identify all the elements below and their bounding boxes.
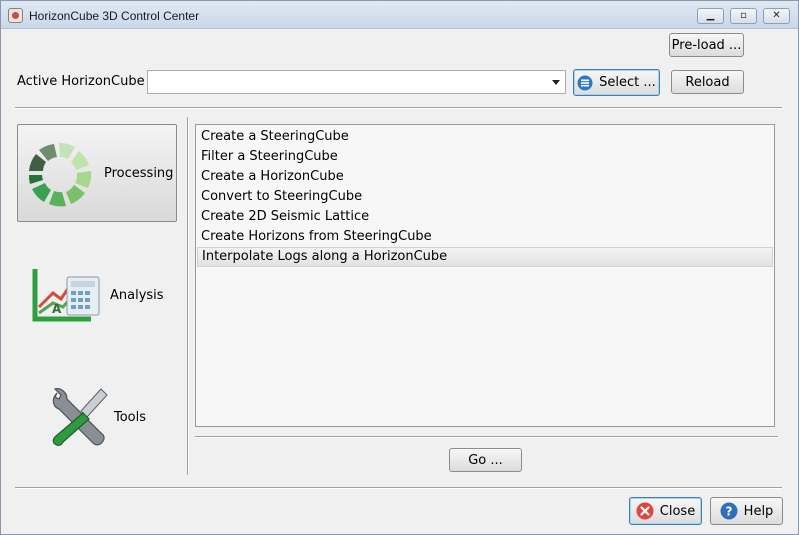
select-label: Select ...: [599, 75, 656, 90]
app-icon: [8, 8, 23, 23]
minimize-icon: ▁: [706, 10, 715, 21]
go-button[interactable]: Go ...: [449, 448, 522, 472]
list-item[interactable]: Create Horizons from SteeringCube: [197, 227, 773, 247]
reload-button[interactable]: Reload: [671, 70, 744, 94]
list-item[interactable]: Filter a SteeringCube: [197, 147, 773, 167]
analysis-chart-icon: A: [32, 269, 100, 322]
title-bar[interactable]: HorizonCube 3D Control Center ▁ ▫ ✕: [1, 1, 798, 29]
go-label: Go ...: [468, 452, 503, 468]
preload-button[interactable]: Pre-load ...: [669, 33, 744, 57]
list-item[interactable]: Create a SteeringCube: [197, 127, 773, 147]
tools-wrench-screwdriver-icon: [52, 388, 108, 446]
footer-separator: [15, 487, 782, 489]
close-label: Close: [659, 503, 696, 519]
svg-text:A: A: [52, 302, 62, 316]
sidebar-item-label: Processing: [104, 166, 174, 181]
process-list-items: Create a SteeringCube Filter a SteeringC…: [197, 127, 773, 267]
select-button[interactable]: Select ...: [573, 69, 660, 96]
maximize-icon: ▫: [740, 10, 747, 21]
reload-label: Reload: [685, 74, 730, 90]
top-separator: [15, 107, 782, 109]
active-horizoncube-label: Active HorizonCube: [17, 74, 145, 89]
sidebar-item-processing[interactable]: Processing: [17, 124, 177, 222]
processing-icon: [28, 142, 92, 207]
close-icon: ✕: [772, 10, 781, 21]
close-icon: [636, 502, 654, 520]
close-button[interactable]: Close: [629, 497, 702, 525]
sidebar-item-label: Tools: [114, 410, 147, 425]
list-item[interactable]: Convert to SteeringCube: [197, 187, 773, 207]
svg-text:?: ?: [725, 505, 732, 519]
chevron-down-icon: [552, 80, 560, 85]
list-select-icon: [577, 75, 593, 90]
active-horizoncube-select[interactable]: [147, 70, 566, 94]
main-window: HorizonCube 3D Control Center ▁ ▫ ✕ Pre-…: [0, 0, 799, 535]
list-item[interactable]: Create a HorizonCube: [197, 167, 773, 187]
maximize-button[interactable]: ▫: [730, 8, 757, 24]
window-close-button[interactable]: ✕: [763, 8, 790, 24]
minimize-button[interactable]: ▁: [697, 8, 724, 24]
preload-label: Pre-load ...: [671, 37, 742, 53]
list-separator: [195, 436, 778, 438]
help-button[interactable]: ? Help: [710, 497, 783, 525]
process-list[interactable]: Create a SteeringCube Filter a SteeringC…: [195, 124, 775, 427]
window-title: HorizonCube 3D Control Center: [29, 9, 200, 23]
sidebar-item-label: Analysis: [110, 288, 164, 303]
sidebar-item-tools[interactable]: Tools: [17, 369, 177, 467]
help-icon: ?: [720, 502, 738, 520]
list-item-hovered[interactable]: Interpolate Logs along a HorizonCube: [197, 247, 773, 267]
sidebar-item-analysis[interactable]: A Analysis: [17, 247, 177, 345]
help-label: Help: [743, 503, 774, 519]
list-item[interactable]: Create 2D Seismic Lattice: [197, 207, 773, 227]
sidebar-separator: [187, 117, 189, 475]
